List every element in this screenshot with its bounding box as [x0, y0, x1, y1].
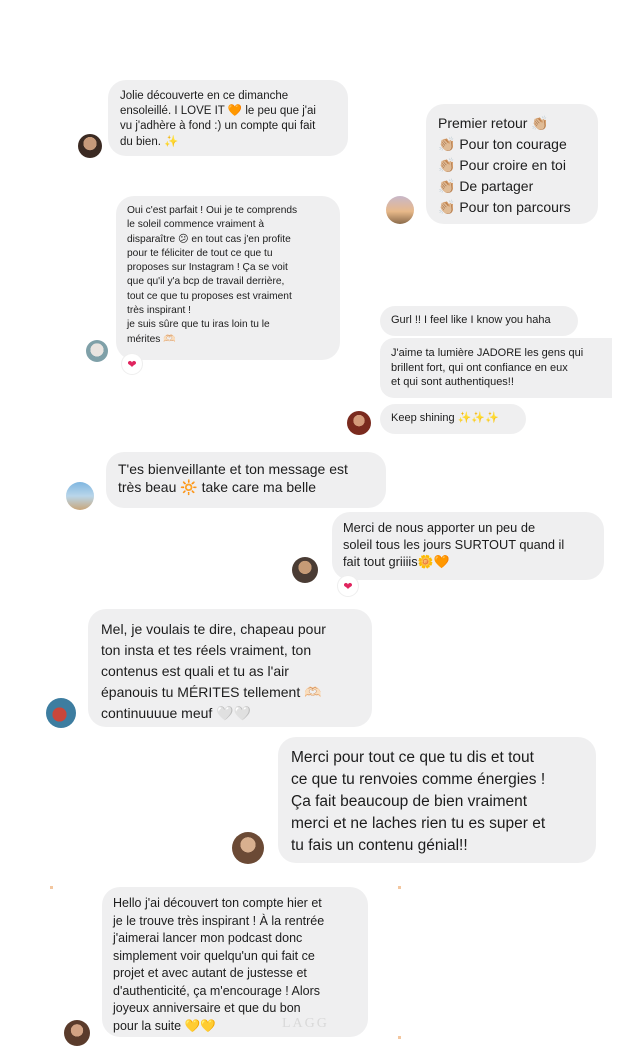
message-line: épanouis tu MÉRITES tellement 🫶🏻	[101, 684, 322, 700]
message-bubble: T'es bienveillante et ton message est tr…	[106, 452, 386, 508]
message-line: proposes sur Instagram ! Ça se voit	[127, 262, 288, 274]
message-line: continuuuue meuf 🤍🤍	[101, 705, 252, 721]
message-bubble: Gurl !! I feel like I know you haha	[380, 306, 578, 336]
avatar	[347, 411, 371, 435]
message-line: que qu'il y'a bcp de travail derrière,	[127, 276, 285, 288]
heart-reaction-icon[interactable]: ❤	[338, 576, 358, 596]
message-line: fait tout griiiis🌼🧡	[343, 553, 450, 569]
message-bubble: Hello j'ai découvert ton compte hier et …	[102, 887, 368, 1037]
message-line: le soleil commence vraiment à	[127, 219, 265, 231]
message-line: ensoleillé. I LOVE IT 🧡 le peu que j'ai	[120, 105, 316, 118]
frame-corner	[398, 1036, 401, 1039]
message-line: 👏🏼 De partager	[438, 178, 534, 194]
frame-corner	[50, 886, 53, 889]
watermark: LAGG	[282, 1016, 329, 1031]
message-line: projet et avec autant de justesse et	[113, 966, 307, 980]
message-line: disparaître 😕 en tout cas j'en profite	[127, 233, 291, 245]
message-line: Keep shining ✨✨✨	[391, 412, 499, 424]
message-bubble: Merci pour tout ce que tu dis et tout ce…	[278, 737, 596, 863]
frame-corner	[398, 886, 401, 889]
message-line: tout ce que tu proposes est vraiment	[127, 290, 292, 302]
message-bubble: J'aime ta lumière JADORE les gens qui br…	[380, 338, 612, 398]
message-line: très inspirant !	[127, 304, 191, 316]
avatar	[292, 557, 318, 583]
message-line: merci et ne laches rien tu es super et	[291, 815, 546, 832]
message-line: 👏🏼 Pour ton parcours	[438, 199, 571, 215]
message-bubble: Merci de nous apporter un peu de soleil …	[332, 512, 604, 580]
message-line: j'aimerai lancer mon podcast donc	[113, 931, 303, 945]
avatar	[232, 832, 264, 864]
message-line: Jolie découverte en ce dimanche	[120, 90, 289, 102]
message-line: Premier retour 👏🏼	[438, 115, 549, 131]
message-line: mérites 🫶🏻	[127, 333, 176, 345]
message-line: Ça fait beaucoup de bien vraiment	[291, 793, 528, 810]
message-line: Merci de nous apporter un peu de	[343, 520, 536, 535]
message-line: J'aime ta lumière JADORE les gens qui	[391, 347, 584, 359]
message-line: 👏🏼 Pour croire en toi	[438, 157, 566, 173]
avatar	[64, 1020, 90, 1046]
message-bubble: Keep shining ✨✨✨	[380, 404, 526, 434]
message-line: joyeux anniversaire et que du bon	[113, 1001, 301, 1015]
message-line: ce que tu renvoies comme énergies !	[291, 771, 546, 788]
avatar	[66, 482, 94, 510]
message-line: vu j'adhère à fond :) un compte qui fait	[120, 120, 316, 133]
message-line: simplement voir quelqu'un qui fait ce	[113, 948, 315, 963]
avatar	[46, 698, 76, 728]
message-line: soleil tous les jours SURTOUT quand il	[343, 536, 565, 552]
message-line: Oui c'est parfait ! Oui je te comprends	[127, 205, 298, 216]
message-line: du bien. ✨	[120, 135, 179, 148]
message-line: Hello j'ai découvert ton compte hier et	[113, 896, 322, 910]
avatar	[86, 340, 108, 362]
message-line: pour te féliciter de tout ce que tu	[127, 247, 273, 259]
message-line: brillent fort, qui ont confiance en eux	[391, 361, 568, 374]
message-bubble: Oui c'est parfait ! Oui je te comprends …	[116, 196, 340, 360]
message-bubble: Premier retour 👏🏼 👏🏼 Pour ton courage 👏🏼…	[426, 104, 598, 224]
avatar	[78, 134, 102, 158]
heart-reaction-icon[interactable]: ❤	[122, 354, 142, 374]
message-line: d'authenticité, ça m'encourage ! Alors	[113, 983, 320, 998]
message-line: très beau 🔆 take care ma belle	[118, 479, 316, 496]
message-line: Merci pour tout ce que tu dis et tout	[291, 749, 534, 766]
avatar	[386, 196, 414, 224]
message-line: je le trouve très inspirant ! À la rentr…	[113, 913, 325, 928]
message-line: 👏🏼 Pour ton courage	[438, 136, 567, 152]
message-line: T'es bienveillante et ton message est	[118, 461, 348, 477]
message-line: Gurl !! I feel like I know you haha	[391, 314, 551, 326]
message-line: ton insta et tes réels vraiment, ton	[101, 642, 312, 658]
message-bubble: Mel, je voulais te dire, chapeau pour to…	[88, 609, 372, 727]
message-line: et qui sont authentiques!!	[391, 376, 514, 389]
message-line: contenus est quali et tu as l'air	[101, 663, 289, 679]
message-line: je suis sûre que tu iras loin tu le	[127, 319, 270, 331]
message-bubble: Jolie découverte en ce dimanche ensoleil…	[108, 80, 348, 156]
message-line: Mel, je voulais te dire, chapeau pour	[101, 621, 326, 637]
message-line: tu fais un contenu génial!!	[291, 837, 468, 854]
